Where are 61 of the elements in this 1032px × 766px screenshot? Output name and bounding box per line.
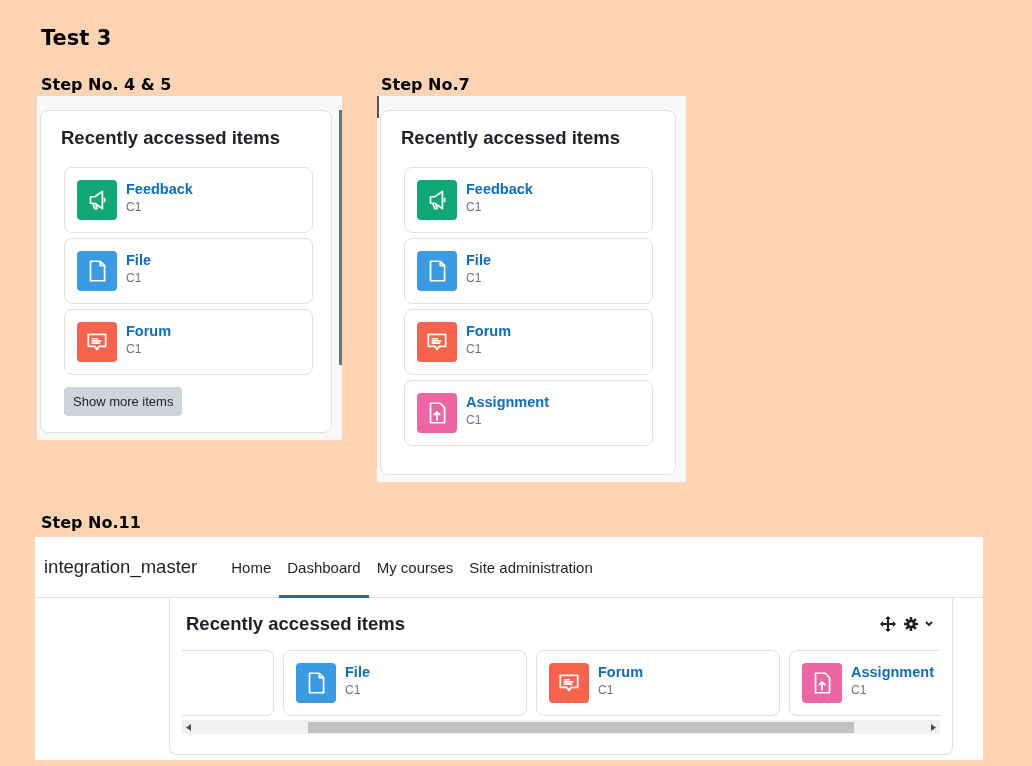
block-heading: Recently accessed items	[401, 127, 622, 149]
scroll-left-icon[interactable]	[186, 723, 191, 731]
nav-tab[interactable]: Home	[223, 537, 280, 598]
edge-mark	[377, 96, 379, 118]
chat-bubble-icon	[549, 663, 589, 703]
course-name: C1	[598, 682, 615, 697]
block-heading: Recently accessed items	[186, 613, 407, 635]
course-name: C1	[126, 341, 143, 356]
move-icon[interactable]	[880, 616, 896, 632]
gear-icon[interactable]	[904, 617, 918, 631]
item-card[interactable]: Feedback C1	[64, 167, 313, 233]
item-card[interactable]: File C1	[283, 650, 527, 716]
step-label: Step No.7	[381, 74, 470, 96]
nav-tab[interactable]: Site administration	[461, 537, 601, 598]
item-name[interactable]: Feedback	[466, 180, 533, 197]
step-label: Step No.11	[41, 512, 141, 534]
item-card[interactable]: Forum C1	[404, 309, 653, 375]
page-title: Test 3	[41, 26, 113, 52]
chat-bubble-icon	[417, 322, 457, 362]
file-upload-icon	[417, 393, 457, 433]
course-name: C1	[466, 270, 483, 285]
nav-tab[interactable]: My courses	[368, 537, 462, 598]
course-name: C1	[126, 270, 143, 285]
chevron-down-icon[interactable]	[924, 620, 934, 628]
course-name: C1	[345, 682, 362, 697]
course-name: C1	[466, 412, 483, 427]
item-name[interactable]: File	[345, 663, 370, 680]
item-card[interactable]: File C1	[64, 238, 313, 304]
item-name[interactable]: File	[126, 251, 151, 268]
scrollbar[interactable]	[339, 110, 342, 365]
site-name[interactable]: integration_master	[44, 556, 198, 578]
megaphone-icon	[77, 180, 117, 220]
item-card[interactable]: File C1	[404, 238, 653, 304]
nav-tab[interactable]: Dashboard	[279, 537, 369, 598]
course-name: C1	[466, 199, 483, 214]
file-upload-icon	[802, 663, 842, 703]
item-card[interactable]: Forum C1	[536, 650, 780, 716]
horizontal-scrollbar[interactable]	[182, 720, 940, 734]
file-icon	[296, 663, 336, 703]
block-heading: Recently accessed items	[61, 127, 282, 149]
step-label: Step No. 4 & 5	[41, 74, 172, 96]
file-icon	[77, 251, 117, 291]
course-name: C1	[466, 341, 483, 356]
item-name[interactable]: Forum	[598, 663, 644, 680]
file-icon	[417, 251, 457, 291]
megaphone-icon	[417, 180, 457, 220]
item-name[interactable]: File	[466, 251, 491, 268]
item-name[interactable]: Feedback	[126, 180, 193, 197]
item-card[interactable]: Forum C1	[64, 309, 313, 375]
item-card[interactable]: Assignment C1	[789, 650, 940, 716]
chat-bubble-icon	[77, 322, 117, 362]
item-name[interactable]: Assignment	[466, 393, 549, 410]
item-name[interactable]: Assignment	[851, 663, 934, 680]
course-name: C1	[851, 682, 868, 697]
show-more-button[interactable]: Show more items	[64, 387, 183, 416]
item-card[interactable]: Assignment C1	[404, 380, 653, 446]
scroll-right-icon[interactable]	[931, 723, 936, 731]
item-name[interactable]: Forum	[466, 322, 512, 339]
item-card[interactable]: Feedback C1	[404, 167, 653, 233]
item-name[interactable]: Forum	[126, 322, 172, 339]
course-name: C1	[126, 199, 143, 214]
